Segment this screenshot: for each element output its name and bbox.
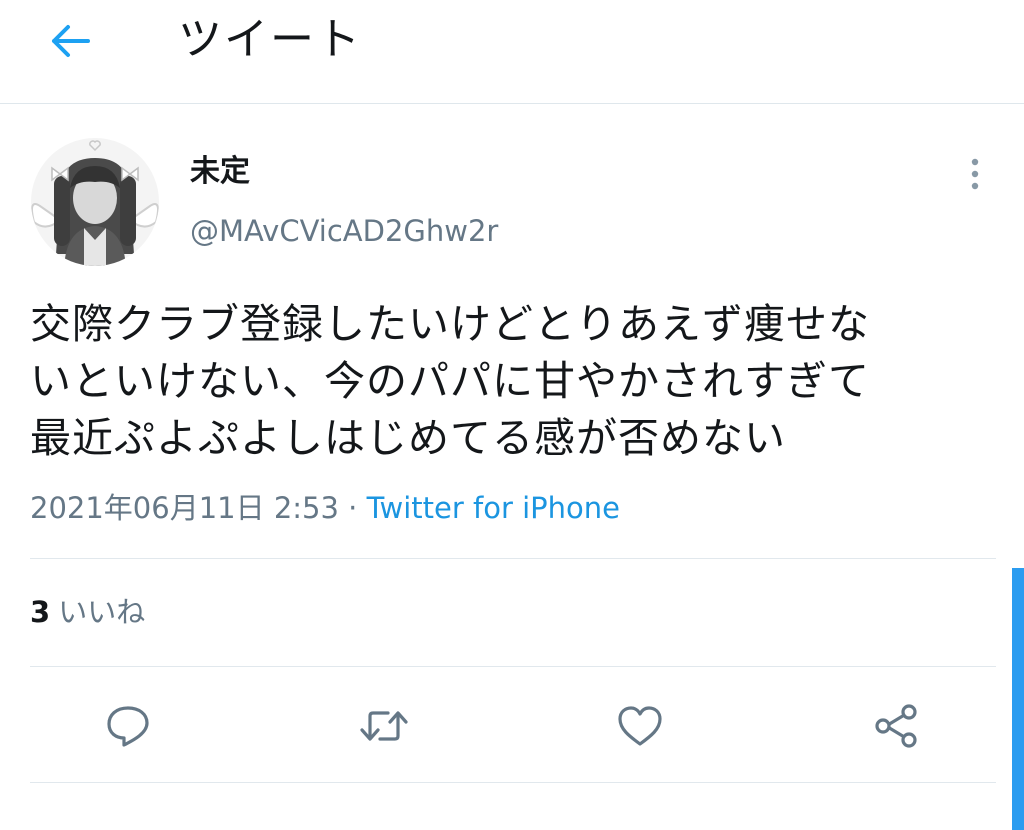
more-vertical-icon xyxy=(971,158,979,190)
back-button[interactable] xyxy=(44,18,96,64)
avatar[interactable] xyxy=(30,136,160,268)
more-options-button[interactable] xyxy=(958,152,992,196)
reply-icon xyxy=(107,706,149,747)
retweet-button[interactable] xyxy=(356,700,412,752)
likes-stat[interactable]: 3 いいね xyxy=(30,592,145,632)
like-button[interactable] xyxy=(612,700,668,752)
reply-button[interactable] xyxy=(100,700,156,752)
author-display-name[interactable]: 未定 xyxy=(190,152,250,192)
scrollbar[interactable] xyxy=(1012,568,1024,830)
top-app-bar: ツイート xyxy=(0,0,1024,104)
meta-separator: · xyxy=(338,491,367,525)
page-title: ツイート xyxy=(178,14,362,65)
retweet-icon xyxy=(360,711,408,741)
share-button[interactable] xyxy=(868,700,924,752)
likes-count: 3 xyxy=(30,595,51,629)
tweet-timestamp[interactable]: 2021年06月11日 2:53 xyxy=(30,491,339,525)
tweet-text: 交際クラブ登録したいけどとりあえず痩せな いといけない、今のパパに甘やかされすぎ… xyxy=(30,300,870,462)
tweet-detail-page: ツイート 未定 @MAvCVicAD2Ghw2r 交際クラブ登録したいけどとりあ… xyxy=(0,0,1024,830)
heart-icon xyxy=(618,706,662,746)
share-icon xyxy=(875,704,917,748)
arrow-left-icon xyxy=(52,25,90,57)
divider xyxy=(30,558,996,559)
author-handle[interactable]: @MAvCVicAD2Ghw2r xyxy=(190,212,498,250)
likes-label: いいね xyxy=(58,595,146,629)
tweet-meta: 2021年06月11日 2:53 · Twitter for iPhone xyxy=(30,488,620,528)
divider xyxy=(30,782,996,783)
tweet-source[interactable]: Twitter for iPhone xyxy=(367,491,620,525)
divider xyxy=(30,666,996,667)
